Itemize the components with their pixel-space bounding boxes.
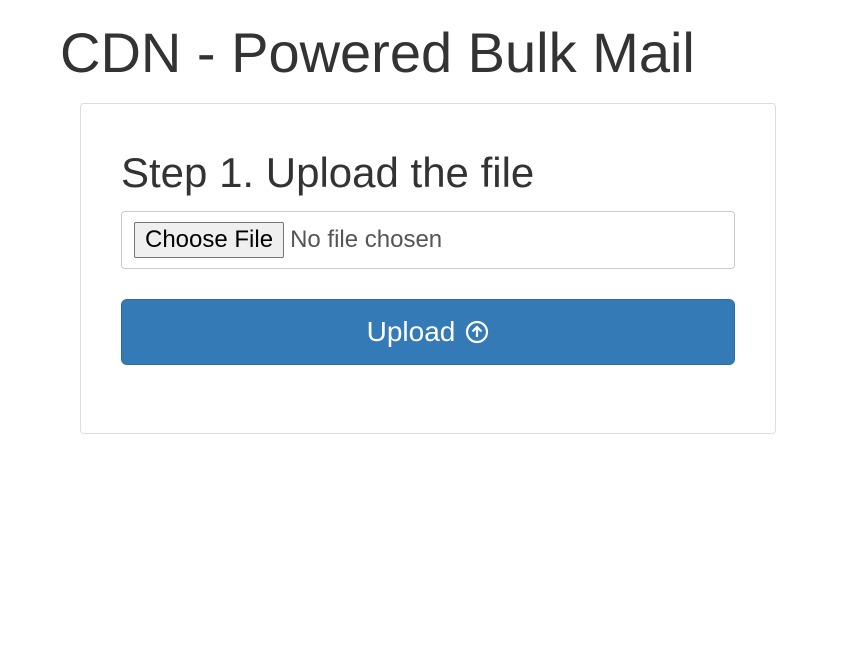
choose-file-button[interactable]: Choose File	[134, 222, 284, 258]
upload-button[interactable]: Upload	[121, 299, 735, 365]
upload-button-label: Upload	[367, 316, 456, 348]
step-heading: Step 1. Upload the file	[121, 149, 735, 197]
upload-arrow-icon	[465, 320, 489, 344]
upload-panel: Step 1. Upload the file Choose File No f…	[80, 103, 776, 434]
page-title: CDN - Powered Bulk Mail	[60, 20, 796, 85]
file-input[interactable]: Choose File No file chosen	[121, 211, 735, 269]
file-status-text: No file chosen	[290, 226, 442, 254]
